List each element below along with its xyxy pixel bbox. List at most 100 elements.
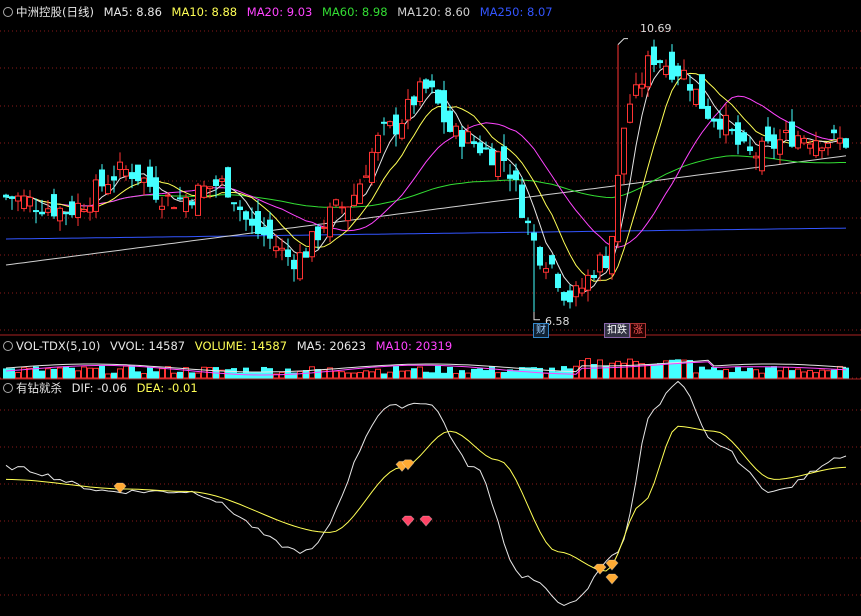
- volume-bar: [51, 368, 57, 379]
- candle-body: [825, 142, 831, 149]
- candle-body: [711, 118, 717, 122]
- candle-body: [513, 170, 519, 180]
- volume-bar: [285, 368, 291, 379]
- candle-body: [645, 55, 651, 88]
- candle-body: [531, 232, 537, 241]
- candle-body: [117, 161, 123, 170]
- candle-body: [99, 169, 105, 187]
- candle-body: [87, 205, 93, 213]
- volume-bar: [759, 372, 765, 379]
- volume-bar: [813, 372, 819, 379]
- dea-label: DEA: -0.01: [136, 381, 198, 395]
- candle-body: [813, 140, 819, 157]
- candle-body: [747, 146, 753, 152]
- volume-bar: [159, 368, 165, 379]
- candle-body: [9, 196, 15, 199]
- candle-body: [585, 274, 591, 291]
- ma60-label: MA60: 8.98: [321, 5, 388, 19]
- volume-bar: [705, 369, 711, 379]
- dea-line: [5, 425, 847, 572]
- candle-body: [783, 129, 789, 134]
- volume-label: VOLUME: 14587: [194, 339, 288, 353]
- candle-body: [201, 185, 207, 198]
- volume-bar: [417, 366, 423, 379]
- candle-body: [567, 290, 573, 303]
- candle-body: [315, 226, 321, 241]
- volume-bar: [345, 372, 351, 379]
- candle-body: [417, 81, 423, 103]
- volume-bar: [837, 365, 843, 379]
- candle-body: [33, 210, 39, 213]
- volume-bar: [783, 366, 789, 379]
- high-pointer: [617, 38, 628, 46]
- candle-body: [363, 175, 369, 178]
- volume-bar: [45, 368, 51, 379]
- volume-bar: [633, 360, 639, 379]
- gold-diamond-icon: [605, 559, 619, 571]
- rise-tag[interactable]: 涨: [630, 323, 646, 338]
- volume-bar: [555, 371, 561, 379]
- volume-bar: [339, 371, 345, 379]
- volume-bar: [399, 370, 405, 379]
- candle-body: [393, 114, 399, 135]
- collapse-icon[interactable]: [3, 7, 13, 17]
- indicator-legend: 有钻就杀 DIF: -0.06 DEA: -0.01: [0, 380, 204, 396]
- volume-bar: [801, 371, 807, 379]
- candle-body: [843, 138, 849, 148]
- candle-body: [303, 251, 309, 258]
- volume-bar: [747, 367, 753, 379]
- collapse-icon[interactable]: [3, 341, 13, 351]
- candle-body: [789, 121, 795, 147]
- candle-body: [3, 194, 9, 198]
- candle-body: [57, 207, 63, 222]
- volume-bar: [315, 369, 321, 379]
- candle-body: [477, 142, 483, 154]
- volume-bar: [333, 370, 339, 379]
- candle-body: [687, 84, 693, 91]
- volume-bar: [135, 371, 141, 379]
- candle-body: [429, 80, 435, 88]
- candle-body: [591, 274, 597, 279]
- candle-body: [195, 184, 201, 216]
- candle-body: [285, 249, 291, 258]
- volume-bar: [645, 364, 651, 379]
- candle-body: [411, 96, 417, 106]
- candle-body: [231, 202, 237, 205]
- volume-bar: [321, 369, 327, 379]
- volume-bar: [279, 371, 285, 379]
- candle-body: [249, 218, 255, 226]
- candle-body: [741, 132, 747, 142]
- volume-bar: [723, 368, 729, 379]
- candle-body: [255, 211, 261, 234]
- candle-body: [831, 129, 837, 134]
- vol-ma10-label: MA10: 20319: [375, 339, 453, 353]
- volume-bar: [363, 370, 369, 379]
- volume-bar: [105, 373, 111, 379]
- indicator-title: 有钻就杀: [16, 381, 62, 395]
- candle-body: [609, 235, 615, 275]
- vol-ma5-label: MA5: 20623: [296, 339, 366, 353]
- candle-body: [459, 130, 465, 147]
- candle-body: [447, 110, 453, 132]
- volume-bar: [129, 365, 135, 379]
- candle-body: [675, 65, 681, 77]
- candle-body: [111, 176, 117, 181]
- candle-body: [705, 105, 711, 119]
- volume-bar: [795, 368, 801, 379]
- gold-diamond-icon: [593, 563, 607, 575]
- finance-tag[interactable]: 财: [533, 323, 549, 338]
- candle-body: [735, 122, 741, 145]
- candle-body: [345, 206, 351, 222]
- candle-body: [603, 255, 609, 269]
- collapse-icon[interactable]: [3, 383, 13, 393]
- volume-bar: [501, 372, 507, 379]
- candle-body: [165, 194, 171, 197]
- drop-tag[interactable]: 扣跌: [604, 323, 630, 338]
- candle-body: [573, 285, 579, 298]
- candle-body: [357, 183, 363, 204]
- candle-body: [159, 205, 165, 210]
- volume-bar: [483, 370, 489, 379]
- volume-bar: [597, 359, 603, 379]
- volume-bar: [15, 371, 21, 379]
- candle-body: [819, 147, 825, 152]
